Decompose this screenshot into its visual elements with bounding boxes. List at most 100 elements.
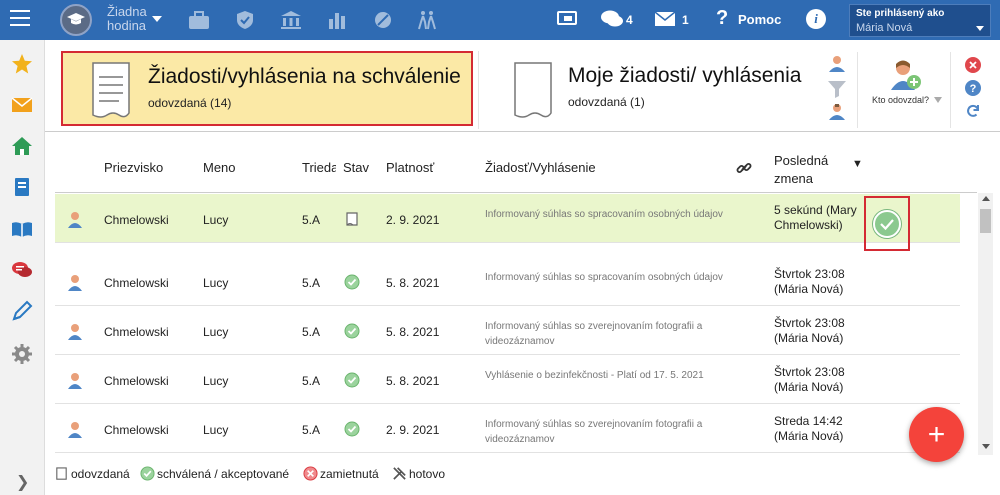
my-requests-title: Moje žiadosti/ vyhlásenia: [568, 64, 802, 87]
cell-request[interactable]: Vyhlásenie o bezinfekčnosti - Platí od 1…: [485, 368, 725, 383]
home-icon[interactable]: [11, 135, 33, 157]
scroll-down-arrow-icon[interactable]: [982, 444, 990, 449]
table-row[interactable]: Chmelowski Lucy 5.A 5. 8. 2021 Informova…: [55, 257, 960, 306]
info-icon[interactable]: i: [806, 9, 826, 29]
student-avatar-icon: [68, 373, 82, 389]
who-submitted-label[interactable]: Kto odovzdal?: [872, 95, 929, 105]
expand-sidebar-chevron-icon[interactable]: ❯: [16, 472, 29, 492]
legend-submitted-label: odovzdaná: [71, 467, 130, 481]
star-icon[interactable]: [11, 53, 33, 75]
scroll-up-arrow-icon[interactable]: [982, 196, 990, 201]
column-header-request[interactable]: Žiadosť/Vyhlásenie: [485, 160, 596, 175]
help-icon[interactable]: ?: [965, 80, 981, 96]
who-submitted-user-icon[interactable]: [888, 58, 922, 92]
chat-bubbles-icon[interactable]: [600, 9, 624, 34]
submitted-document-icon: [346, 212, 358, 226]
pending-requests-card[interactable]: Žiadosti/vyhlásenia na schválenie odovzd…: [61, 51, 473, 126]
cell-surname: Chmelowski: [104, 276, 169, 290]
table-row[interactable]: Chmelowski Lucy 5.A 5. 8. 2021 Informova…: [55, 306, 960, 355]
column-header-last-change[interactable]: Posledná zmena: [774, 152, 834, 188]
cell-name: Lucy: [203, 213, 229, 227]
pending-requests-count: odovzdaná (14): [148, 96, 232, 110]
mail-icon[interactable]: [654, 11, 676, 31]
cell-name: Lucy: [203, 423, 229, 437]
my-requests-count: odovzdaná (1): [568, 95, 645, 109]
sort-descending-icon[interactable]: ▼: [852, 158, 863, 170]
svg-text:?: ?: [970, 83, 977, 95]
cell-class: 5.A: [302, 213, 321, 227]
help-icon[interactable]: ?: [716, 7, 728, 30]
no-entry-icon[interactable]: [372, 10, 394, 30]
cell-validity: 2. 9. 2021: [386, 423, 440, 437]
rejected-x-icon: [303, 466, 318, 481]
left-sidebar: ❯: [0, 40, 45, 495]
cell-validity: 2. 9. 2021: [386, 213, 440, 227]
close-icon[interactable]: [965, 57, 981, 73]
chevron-down-icon[interactable]: [152, 16, 162, 22]
column-header-status[interactable]: Stav: [343, 160, 369, 175]
my-requests-card[interactable]: Moje žiadosti/ vyhlásenia odovzdaná (1): [493, 51, 813, 126]
screen-cast-icon[interactable]: [557, 11, 577, 32]
approved-check-icon: [344, 274, 360, 290]
refresh-icon[interactable]: [965, 103, 981, 119]
notebook-icon[interactable]: [11, 176, 33, 198]
cell-class: 5.A: [302, 276, 321, 290]
header-divider: [45, 131, 1000, 132]
column-header-name[interactable]: Meno: [203, 160, 236, 175]
cell-class: 5.A: [302, 325, 321, 339]
approved-check-icon: [140, 466, 155, 481]
cell-name: Lucy: [203, 276, 229, 290]
cell-validity: 5. 8. 2021: [386, 374, 440, 388]
cell-last-change: 5 sekúnd (Mary Chmelowski): [774, 203, 857, 232]
link-icon[interactable]: [736, 160, 752, 176]
tools-icon: [393, 467, 406, 480]
user-list-icon[interactable]: [826, 54, 848, 76]
student-avatar-icon: [68, 275, 82, 291]
shield-icon[interactable]: [234, 10, 256, 30]
chevron-down-icon[interactable]: [934, 97, 942, 103]
logged-in-caption: Ste prihlásený ako: [856, 8, 945, 19]
cell-request[interactable]: Informovaný súhlas so spracovaním osobný…: [485, 270, 725, 285]
column-header-validity[interactable]: Platnosť: [386, 160, 434, 175]
hamburger-menu-icon[interactable]: [10, 10, 30, 26]
legend-approved-label: schválená / akceptované: [157, 467, 290, 481]
approve-button[interactable]: [873, 210, 901, 238]
briefcase-icon[interactable]: [188, 10, 210, 30]
envelope-icon[interactable]: [11, 94, 33, 116]
table-row[interactable]: Chmelowski Lucy 5.A 2. 9. 2021 Informova…: [55, 404, 960, 453]
cell-validity: 5. 8. 2021: [386, 325, 440, 339]
bar-chart-icon[interactable]: [326, 10, 348, 30]
discussion-icon[interactable]: [11, 259, 33, 281]
table-row[interactable]: Chmelowski Lucy 5.A 5. 8. 2021 Vyhláseni…: [55, 355, 960, 404]
mail-count-badge[interactable]: 1: [682, 13, 689, 27]
user-filter-icon[interactable]: [826, 102, 848, 124]
top-bar: Žiadna hodina 4 1 ? Pomoc i Ste prihláse…: [0, 0, 1000, 40]
table-row[interactable]: Chmelowski Lucy 5.A 2. 9. 2021 Informova…: [55, 194, 960, 243]
cell-last-change: Štvrtok 23:08 (Mária Nová): [774, 316, 845, 345]
cell-request[interactable]: Informovaný súhlas so spracovaním osobný…: [485, 207, 725, 222]
bank-icon[interactable]: [280, 10, 302, 30]
column-header-surname[interactable]: Priezvisko: [104, 160, 163, 175]
blank-document-icon: [514, 62, 552, 118]
approved-check-icon: [344, 421, 360, 437]
current-hour-label[interactable]: Žiadna hodina: [107, 5, 157, 33]
column-header-class[interactable]: Trieda: [302, 160, 336, 175]
cell-request[interactable]: Informovaný súhlas so zverejnovaním foto…: [485, 319, 725, 349]
vertical-scrollbar[interactable]: [978, 193, 993, 455]
add-request-button[interactable]: +: [909, 407, 964, 462]
walking-people-icon[interactable]: [416, 10, 438, 30]
filter-icon[interactable]: [826, 78, 848, 100]
user-account-dropdown[interactable]: Ste prihlásený ako Mária Nová: [849, 4, 991, 37]
scroll-thumb[interactable]: [980, 209, 991, 233]
open-book-icon[interactable]: [11, 218, 33, 240]
graduation-cap-icon[interactable]: [60, 4, 92, 36]
chat-count-badge[interactable]: 4: [626, 13, 633, 27]
help-link[interactable]: Pomoc: [738, 12, 781, 27]
pencil-icon[interactable]: [11, 300, 33, 322]
cell-surname: Chmelowski: [104, 325, 169, 339]
cell-surname: Chmelowski: [104, 374, 169, 388]
logged-in-user-name: Mária Nová: [856, 22, 913, 34]
settings-gear-icon[interactable]: [11, 343, 33, 365]
cell-request[interactable]: Informovaný súhlas so zverejnovaním foto…: [485, 417, 725, 447]
card-divider: [478, 51, 479, 129]
